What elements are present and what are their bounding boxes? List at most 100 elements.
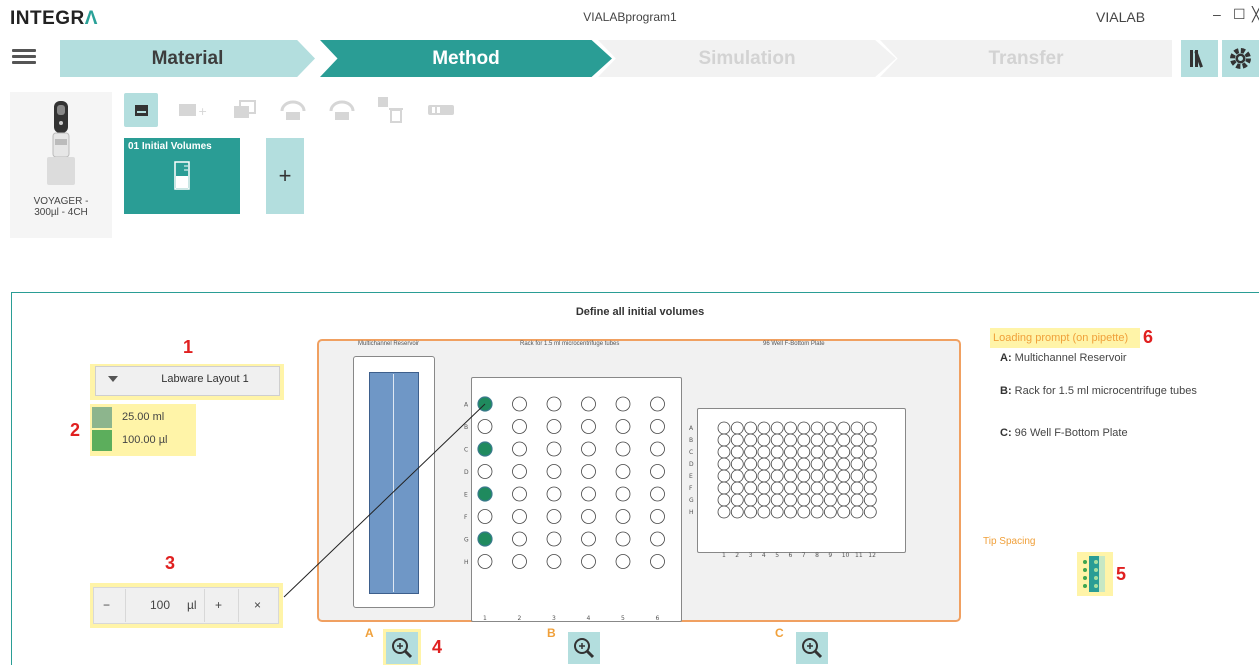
plate-well[interactable] (770, 433, 784, 447)
plate-well[interactable] (863, 481, 877, 495)
plate-well[interactable] (837, 457, 851, 471)
rack-well[interactable] (477, 554, 493, 569)
copy-step-button[interactable] (228, 93, 262, 127)
plate-well[interactable] (837, 433, 851, 447)
add-method-step-button[interactable]: + (266, 138, 304, 214)
rack-well[interactable] (546, 486, 562, 502)
increment-button[interactable]: + (215, 598, 222, 612)
rack-well[interactable] (650, 509, 665, 524)
tube-rack-wells[interactable]: A B C D E F G H 1 2 3 4 5 6 (455, 390, 675, 625)
plate-well[interactable] (757, 457, 771, 471)
minimize-button[interactable]: – (1213, 6, 1221, 22)
rack-well-filled[interactable] (477, 486, 493, 502)
rack-well[interactable] (615, 531, 631, 547)
plate-well[interactable] (730, 433, 744, 447)
plate-well[interactable] (770, 481, 784, 495)
plate-well[interactable] (850, 469, 864, 483)
plate-well[interactable] (797, 505, 811, 519)
plate-well[interactable] (717, 445, 731, 459)
plate-well[interactable] (770, 421, 784, 435)
plate-well[interactable] (810, 481, 824, 495)
rack-well[interactable] (615, 396, 631, 412)
settings-button[interactable] (1222, 40, 1259, 77)
plate-well[interactable] (837, 481, 851, 495)
volume-item[interactable]: 100.00 µl (92, 430, 192, 451)
plate-well[interactable] (837, 469, 851, 483)
plate-well[interactable] (810, 421, 824, 435)
plate-well[interactable] (823, 481, 837, 495)
plate-well[interactable] (744, 469, 757, 483)
plate-well[interactable] (770, 469, 784, 483)
plate-well[interactable] (850, 505, 864, 519)
plate-well[interactable] (823, 469, 837, 483)
plate-well[interactable] (863, 457, 877, 471)
plate-well[interactable] (770, 505, 784, 519)
clear-button[interactable]: × (254, 598, 261, 612)
add-step-button[interactable]: + (176, 93, 210, 127)
rack-well[interactable] (650, 531, 665, 547)
menu-icon[interactable] (12, 46, 36, 68)
rack-well[interactable] (581, 464, 596, 479)
plate-well[interactable] (850, 493, 864, 507)
plate-well[interactable] (810, 457, 824, 471)
step-transfer[interactable]: Transfer (880, 40, 1172, 77)
plate-well[interactable] (757, 505, 771, 519)
rack-well[interactable] (650, 486, 665, 502)
delete-step-button[interactable] (374, 93, 408, 127)
rack-well[interactable] (581, 441, 596, 457)
plate-well[interactable] (823, 457, 837, 471)
plate-well[interactable] (717, 433, 731, 447)
plate-well[interactable] (850, 481, 864, 495)
rack-well[interactable] (581, 554, 596, 569)
tip-spacing-button[interactable] (1077, 552, 1113, 596)
plate-well[interactable] (770, 493, 784, 507)
plate-well[interactable] (784, 421, 797, 435)
plate-well[interactable] (717, 481, 731, 495)
plate-well[interactable] (837, 493, 851, 507)
zoom-b-button[interactable] (565, 629, 603, 665)
plate-well[interactable] (823, 493, 837, 507)
rack-well[interactable] (615, 554, 631, 569)
plate-well[interactable] (797, 469, 811, 483)
plate-well[interactable] (730, 481, 744, 495)
rack-well[interactable] (546, 396, 562, 412)
plate-well[interactable] (784, 469, 797, 483)
rack-well[interactable] (477, 419, 493, 434)
rack-well[interactable] (615, 441, 631, 457)
plate-well[interactable] (730, 421, 744, 435)
plate-well[interactable] (784, 493, 797, 507)
plate-well[interactable] (810, 445, 824, 459)
plate-well[interactable] (863, 421, 877, 435)
rack-well[interactable] (650, 419, 665, 434)
plate-well[interactable] (797, 457, 811, 471)
plate-well[interactable] (730, 469, 744, 483)
plate-well[interactable] (810, 493, 824, 507)
rack-well[interactable] (477, 464, 493, 479)
plate-well[interactable] (797, 445, 811, 459)
plate-well[interactable] (810, 505, 824, 519)
rack-well[interactable] (581, 486, 596, 502)
rack-well[interactable] (615, 486, 631, 502)
plate-well[interactable] (810, 469, 824, 483)
plate-well[interactable] (784, 457, 797, 471)
plate-well[interactable] (717, 505, 731, 519)
rack-well[interactable] (650, 464, 665, 479)
plate-well[interactable] (863, 433, 877, 447)
plate-well[interactable] (823, 505, 837, 519)
plate-well[interactable] (863, 505, 877, 519)
rack-well[interactable] (650, 554, 665, 569)
plate-well[interactable] (784, 481, 797, 495)
plate-well[interactable] (837, 421, 851, 435)
rack-well[interactable] (477, 509, 493, 524)
rack-well[interactable] (615, 464, 631, 479)
plate-well[interactable] (770, 445, 784, 459)
zoom-a-button[interactable] (383, 629, 421, 665)
rack-well[interactable] (546, 419, 562, 434)
rack-well[interactable] (581, 531, 596, 547)
loading-prompt[interactable]: Loading prompt (on pipette) (990, 328, 1140, 348)
plate-well[interactable] (744, 421, 757, 435)
tip-box-button[interactable] (424, 93, 458, 127)
plate-well[interactable] (863, 469, 877, 483)
rack-well[interactable] (581, 396, 596, 412)
step-simulation[interactable]: Simulation (598, 40, 896, 77)
